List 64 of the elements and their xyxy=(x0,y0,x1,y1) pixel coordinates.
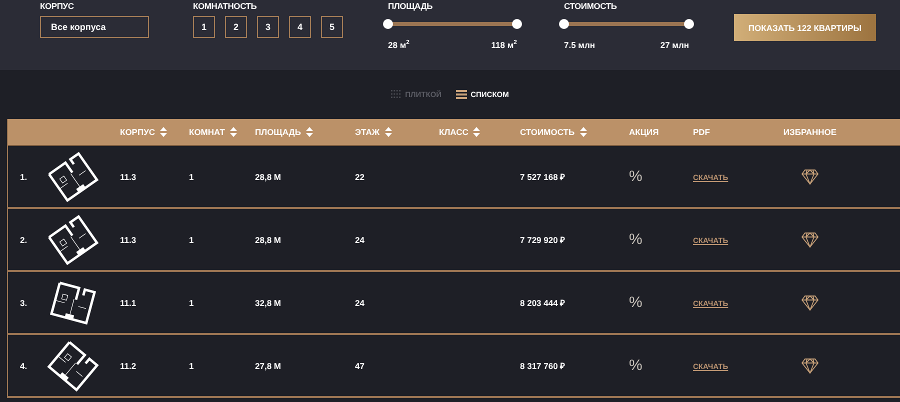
filter-label: КОМНАТНОСТЬ xyxy=(193,1,258,13)
diamond-icon[interactable] xyxy=(801,294,819,310)
area-cell-text: 28,8 М xyxy=(255,172,282,182)
sort-icon[interactable] xyxy=(306,127,313,137)
area-cell-text: 27,8 М xyxy=(255,360,282,370)
slider-handle[interactable] xyxy=(559,19,569,29)
row-number: 2. xyxy=(19,234,28,244)
building-cell-text: 11.1 xyxy=(120,298,138,308)
range-slider[interactable] xyxy=(559,19,694,29)
sort-icon[interactable] xyxy=(160,127,168,137)
rooms-cell-text: 1 xyxy=(189,234,195,244)
promo-mark: % xyxy=(629,231,642,248)
range-max-value: 27 млн xyxy=(660,40,689,50)
sort-icon[interactable] xyxy=(384,127,392,137)
range-min-value: 28 м$^{2}$ xyxy=(388,40,410,50)
slider-handle[interactable] xyxy=(684,19,694,29)
diamond-icon[interactable] xyxy=(801,232,819,248)
building-cell-text: 11.3 xyxy=(120,172,138,182)
building-cell-text: 11.2 xyxy=(120,360,138,370)
range-max-value: 118 м$^{2}$ xyxy=(491,40,517,50)
diamond-icon[interactable] xyxy=(801,168,819,184)
room-count-button[interactable]: 5 xyxy=(321,16,343,38)
rooms-cell-text: 1 xyxy=(189,360,195,370)
diamond-icon[interactable] xyxy=(801,358,819,374)
show-apartments-button[interactable]: ПОКАЗАТЬ 122 КВАРТИРЫ xyxy=(734,14,876,41)
sort-icon[interactable] xyxy=(473,127,480,137)
range-slider[interactable] xyxy=(383,19,522,29)
slider-handle[interactable] xyxy=(512,19,522,29)
floor-cell-text: 24 xyxy=(355,234,366,244)
row-number: 4. xyxy=(19,360,28,370)
sort-icon[interactable] xyxy=(230,127,237,137)
room-count-button[interactable]: 4 xyxy=(289,16,311,38)
column-header: PDF xyxy=(693,127,710,137)
floor-cell-text: 24 xyxy=(355,298,366,308)
promo-mark: % xyxy=(629,357,642,374)
price-cell-text: 8 203 444 ₽ xyxy=(520,297,566,308)
building-select[interactable]: Все корпуса xyxy=(40,16,149,38)
row-number: 1. xyxy=(19,172,28,182)
price-cell-text: 7 527 168 ₽ xyxy=(520,171,566,182)
range-min-value: 7.5 млн xyxy=(564,40,595,50)
promo-mark: % xyxy=(629,294,642,311)
filter-label: СТОИМОСТЬ xyxy=(564,1,618,13)
price-cell-text: 7 729 920 ₽ xyxy=(520,234,566,245)
filter-label: КОРПУС xyxy=(40,1,75,13)
grid-icon xyxy=(391,90,402,99)
sort-icon[interactable] xyxy=(580,127,587,137)
area-cell-text: 32,8 М xyxy=(255,298,282,308)
column-header: АКЦИЯ xyxy=(629,127,659,137)
rooms-cell-text: 1 xyxy=(189,298,195,308)
building-cell-text: 11.3 xyxy=(120,234,138,244)
list-icon xyxy=(456,90,467,99)
rooms-cell-text: 1 xyxy=(189,172,195,182)
room-count-button[interactable]: 3 xyxy=(257,16,279,38)
slider-handle[interactable] xyxy=(383,19,393,29)
row-number: 3. xyxy=(19,298,28,308)
room-count-button[interactable]: 1 xyxy=(193,16,215,38)
filter-label: ПЛОЩАДЬ xyxy=(388,1,434,13)
room-count-button[interactable]: 2 xyxy=(225,16,247,38)
column-header: ИЗБРАННОЕ xyxy=(783,127,837,137)
floor-cell-text: 47 xyxy=(355,360,366,370)
area-cell-text: 28,8 М xyxy=(255,234,282,244)
floor-cell-text: 22 xyxy=(355,172,366,182)
promo-mark: % xyxy=(629,168,642,185)
price-cell-text: 8 317 760 ₽ xyxy=(520,360,566,371)
